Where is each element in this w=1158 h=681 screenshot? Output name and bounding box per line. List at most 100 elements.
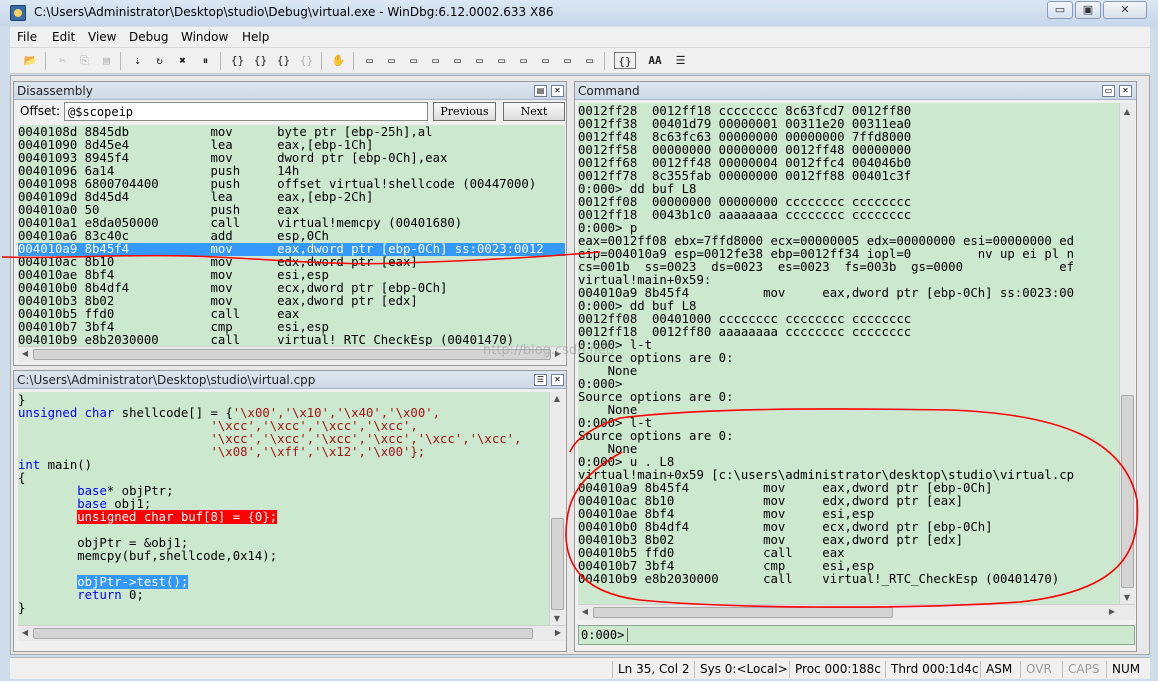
step-into-icon[interactable]: {} xyxy=(229,52,246,69)
source-title: C:\Users\Administrator\Desktop\studio\vi… xyxy=(14,371,566,389)
scrollbar-thumb[interactable] xyxy=(33,349,551,360)
call-stack-icon[interactable]: ▭ xyxy=(471,52,488,69)
status-line-col: Ln 35, Col 2 xyxy=(612,661,692,678)
locals-window-icon[interactable]: ▭ xyxy=(405,52,422,69)
source-line[interactable]: memcpy(buf,shellcode,0x14); xyxy=(18,550,549,563)
call-stack-icon[interactable]: ▭ xyxy=(581,52,598,69)
status-process: Proc 000:188c xyxy=(789,661,885,678)
restart-icon[interactable]: ↻ xyxy=(151,52,168,69)
font-icon[interactable]: AA xyxy=(644,52,666,69)
disassembly-window: Disassembly ▤ ✕ Offset: Previous Next 00… xyxy=(13,81,567,366)
watch-window-icon[interactable]: ▭ xyxy=(383,52,400,69)
menu-window[interactable]: Window xyxy=(181,30,228,44)
command-output-line: 0012ff18 0043b1c0 aaaaaaaa cccccccc cccc… xyxy=(578,208,912,222)
toolbar-separator xyxy=(353,52,354,70)
status-bar: Ln 35, Col 2 Sys 0:<Local> Proc 000:188c… xyxy=(10,657,1150,679)
command-window-icon[interactable]: ▭ xyxy=(1102,85,1115,97)
windbg-app-icon xyxy=(10,5,26,21)
copy-icon[interactable]: ⎘ xyxy=(76,52,93,69)
go-icon[interactable]: ⇣ xyxy=(129,52,146,69)
source-window: C:\Users\Administrator\Desktop\studio\vi… xyxy=(13,370,567,652)
command-output-line: Source options are 0: xyxy=(578,429,734,443)
watermark-text: http://blog.csdn.net/ xyxy=(483,343,616,358)
offset-label: Offset: xyxy=(20,104,61,118)
menu-debug[interactable]: Debug xyxy=(129,30,168,44)
scroll-down-icon[interactable]: ▼ xyxy=(550,614,564,623)
insert-breakpoint-icon[interactable]: ✋ xyxy=(330,52,347,69)
source-vscrollbar[interactable]: ▲ ▼ xyxy=(549,392,565,625)
command-output-line: None xyxy=(578,364,638,378)
options-icon[interactable]: ▭ xyxy=(559,52,576,69)
cut-icon[interactable]: ✂ xyxy=(54,52,71,69)
scrollbar-thumb[interactable] xyxy=(593,607,893,618)
close-button[interactable]: ✕ xyxy=(1103,1,1147,19)
scrollbar-thumb[interactable] xyxy=(33,628,533,639)
paste-icon[interactable]: ▤ xyxy=(98,52,115,69)
scrollbar-thumb[interactable] xyxy=(1121,395,1134,588)
scroll-left-icon[interactable]: ◀ xyxy=(578,607,592,616)
toolbar-separator xyxy=(604,52,605,70)
source-line[interactable]: } xyxy=(18,602,549,615)
scratch-pad-icon[interactable]: ▭ xyxy=(515,52,532,69)
command-output-line: Source options are 0: xyxy=(578,351,734,365)
menu-help[interactable]: Help xyxy=(242,30,269,44)
close-panel-icon[interactable]: ✕ xyxy=(551,85,564,97)
previous-button[interactable]: Previous xyxy=(433,102,496,121)
command-prompt: 0:000> xyxy=(581,628,629,642)
disassembly-window-icon[interactable]: ▭ xyxy=(493,52,510,69)
open-icon[interactable]: 📂 xyxy=(22,52,39,69)
stop-debugging-icon[interactable]: ✖ xyxy=(174,52,191,69)
menu-edit[interactable]: Edit xyxy=(52,30,75,44)
status-ovr: OVR xyxy=(1020,661,1062,678)
scrollbar-thumb[interactable] xyxy=(551,518,564,610)
toolbar-separator xyxy=(45,52,46,70)
run-to-cursor-icon[interactable]: {} xyxy=(298,52,315,69)
source-hscrollbar[interactable]: ◀ ▶ xyxy=(18,625,565,641)
menu-file[interactable]: File xyxy=(17,30,37,44)
command-window-icon[interactable]: ▭ xyxy=(361,52,378,69)
source-line[interactable]: return 0; xyxy=(18,589,549,602)
break-icon[interactable]: ⏸ xyxy=(197,52,214,69)
toolbar-separator xyxy=(321,52,322,70)
source-code-view[interactable]: } unsigned char shellcode[] = {'\x00','\x… xyxy=(18,392,549,625)
title-bar: C:\Users\Administrator\Desktop\studio\De… xyxy=(0,0,1158,26)
command-output[interactable]: 0012ff28 0012ff18 cccccccc 8c63fcd7 0012… xyxy=(578,103,1119,604)
scroll-down-icon[interactable]: ▼ xyxy=(1120,593,1134,602)
source-line[interactable]: '\x08','\xff','\x12','\x00'}; xyxy=(18,446,549,459)
disassembly-listing[interactable]: 0040108d 8845db mov byte ptr [ebp-25h],a… xyxy=(18,125,565,346)
memory-window-icon[interactable]: ▭ xyxy=(449,52,466,69)
command-input-row: 0:000> xyxy=(578,625,1135,645)
scroll-right-icon[interactable]: ▶ xyxy=(1105,607,1119,616)
scroll-right-icon[interactable]: ▶ xyxy=(551,628,565,637)
maximize-button[interactable]: ▣ xyxy=(1075,1,1101,19)
disassembly-title: Disassembly xyxy=(14,82,566,100)
options-icon[interactable]: ☰ xyxy=(672,52,689,69)
processes-threads-icon[interactable]: ▭ xyxy=(537,52,554,69)
command-vscrollbar[interactable]: ▲ ▼ xyxy=(1119,103,1135,604)
command-input[interactable] xyxy=(635,626,1131,644)
status-thread: Thrd 000:1d4c xyxy=(885,661,980,678)
scroll-up-icon[interactable]: ▲ xyxy=(550,394,564,403)
close-panel-icon[interactable]: ✕ xyxy=(551,374,564,386)
close-panel-icon[interactable]: ✕ xyxy=(1119,85,1132,97)
next-button[interactable]: Next xyxy=(503,102,565,121)
scroll-up-icon[interactable]: ▲ xyxy=(1120,107,1134,116)
step-out-icon[interactable]: {} xyxy=(275,52,292,69)
offset-bar: Offset: Previous Next xyxy=(14,101,566,123)
scroll-left-icon[interactable]: ◀ xyxy=(18,349,32,358)
source-mode-icon[interactable]: {} xyxy=(614,52,636,69)
scroll-left-icon[interactable]: ◀ xyxy=(18,628,32,637)
step-over-icon[interactable]: {} xyxy=(252,52,269,69)
registers-window-icon[interactable]: ▭ xyxy=(427,52,444,69)
command-output-line: Source options are 0: xyxy=(578,390,734,404)
menu-view[interactable]: View xyxy=(88,30,116,44)
command-window: Command ▭ ✕ 0012ff28 0012ff18 cccccccc 8… xyxy=(574,81,1137,652)
minimize-button[interactable]: ▭ xyxy=(1047,1,1073,19)
status-system: Sys 0:<Local> xyxy=(694,661,789,678)
command-hscrollbar[interactable]: ◀ ▶ xyxy=(578,604,1135,620)
window-options-icon[interactable]: ☰ xyxy=(534,374,547,386)
source-line[interactable]: unsigned char buf[8] = {0}; xyxy=(18,510,549,524)
offset-input[interactable] xyxy=(64,102,428,121)
window-options-icon[interactable]: ▤ xyxy=(534,85,547,97)
source-line[interactable]: int main() xyxy=(18,459,549,472)
